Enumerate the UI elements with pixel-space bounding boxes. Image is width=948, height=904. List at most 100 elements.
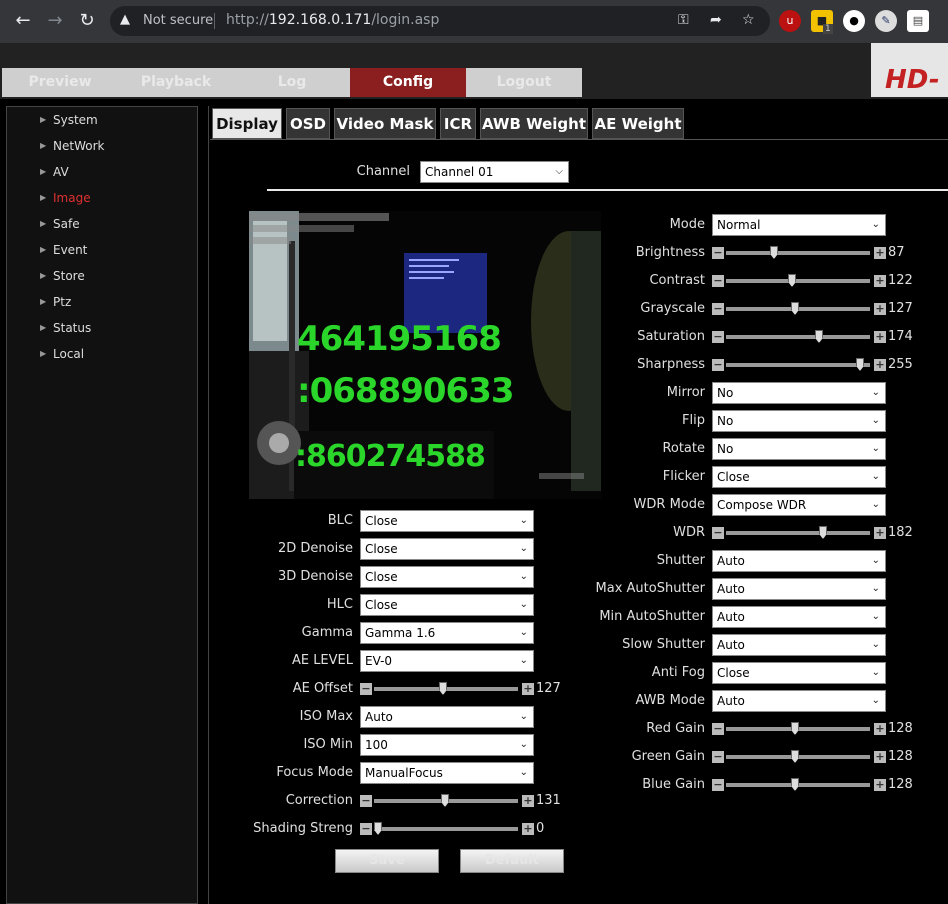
3d-denoise-select[interactable]: Close ⌄: [360, 566, 534, 588]
plus-icon[interactable]: +: [874, 275, 886, 287]
channel-select[interactable]: Channel 01 ⌵: [420, 161, 569, 183]
minus-icon[interactable]: −: [712, 303, 724, 315]
minus-icon[interactable]: −: [712, 359, 724, 371]
tab-video-mask[interactable]: Video Mask: [334, 108, 436, 139]
anti-fog-select[interactable]: Close ⌄: [712, 662, 886, 684]
correction-slider[interactable]: − +: [360, 793, 534, 809]
ublock-icon[interactable]: u: [779, 10, 801, 32]
ae-offset-slider[interactable]: − +: [360, 681, 534, 697]
sharpness-slider[interactable]: − +: [712, 357, 886, 373]
flicker-select[interactable]: Close ⌄: [712, 466, 886, 488]
back-icon[interactable]: ←: [12, 10, 34, 32]
sidebar-item-local[interactable]: ▶ Local: [40, 345, 160, 363]
slider-thumb[interactable]: [439, 682, 447, 695]
default-button[interactable]: Default: [460, 849, 564, 873]
sidebar-item-image[interactable]: ▶ Image: [40, 189, 160, 207]
forward-icon[interactable]: →: [44, 10, 66, 32]
slider-track[interactable]: [726, 279, 870, 283]
slider-thumb[interactable]: [791, 778, 799, 791]
rotate-select[interactable]: No ⌄: [712, 438, 886, 460]
flip-select[interactable]: No ⌄: [712, 410, 886, 432]
minus-icon[interactable]: −: [712, 331, 724, 343]
awb-mode-select[interactable]: Auto ⌄: [712, 690, 886, 712]
contrast-slider[interactable]: − +: [712, 273, 886, 289]
minus-icon[interactable]: −: [360, 683, 372, 695]
slider-thumb[interactable]: [815, 330, 823, 343]
slider-thumb[interactable]: [819, 526, 827, 539]
mode-select[interactable]: Normal ⌄: [712, 214, 886, 236]
grayscale-slider[interactable]: − +: [712, 301, 886, 317]
max-autoshutter-select[interactable]: Auto ⌄: [712, 578, 886, 600]
wdr-mode-select[interactable]: Compose WDR ⌄: [712, 494, 886, 516]
tab-ae-weight[interactable]: AE Weight: [592, 108, 684, 139]
hlc-select[interactable]: Close ⌄: [360, 594, 534, 616]
slider-track[interactable]: [726, 335, 870, 339]
reload-icon[interactable]: ↻: [76, 10, 98, 32]
slider-thumb[interactable]: [441, 794, 449, 807]
brightness-slider[interactable]: − +: [712, 245, 886, 261]
sidebar-item-safe[interactable]: ▶ Safe: [40, 215, 160, 233]
slider-track[interactable]: [726, 363, 870, 367]
2d-denoise-select[interactable]: Close ⌄: [360, 538, 534, 560]
tab-display[interactable]: Display: [212, 108, 282, 139]
sidebar-item-network[interactable]: ▶ NetWork: [40, 137, 160, 155]
nav-tab-playback[interactable]: Playback: [118, 68, 234, 97]
red-gain-slider[interactable]: − +: [712, 721, 886, 737]
plus-icon[interactable]: +: [522, 823, 534, 835]
nav-tab-logout[interactable]: Logout: [466, 68, 582, 97]
extension-icon[interactable]: ●: [843, 10, 865, 32]
tab-icr[interactable]: ICR: [440, 108, 476, 139]
url-text[interactable]: http://192.168.0.171/login.asp: [226, 12, 439, 28]
slider-track[interactable]: [726, 251, 870, 255]
sidebar-item-system[interactable]: ▶ System: [40, 111, 160, 129]
nav-tab-config[interactable]: Config: [350, 68, 466, 97]
iso-max-select[interactable]: Auto ⌄: [360, 706, 534, 728]
minus-icon[interactable]: −: [712, 723, 724, 735]
tab-osd[interactable]: OSD: [286, 108, 330, 139]
tab-awb-weight[interactable]: AWB Weight: [480, 108, 588, 139]
minus-icon[interactable]: −: [712, 275, 724, 287]
slider-thumb[interactable]: [770, 246, 778, 259]
slider-track[interactable]: [374, 827, 518, 831]
nav-tab-log[interactable]: Log: [234, 68, 350, 97]
plus-icon[interactable]: +: [874, 779, 886, 791]
wdr-slider[interactable]: − +: [712, 525, 886, 541]
document-icon[interactable]: ▤: [907, 10, 929, 32]
address-bar[interactable]: ▲ Not secure http://192.168.0.171/login.…: [110, 6, 770, 36]
gamma-select[interactable]: Gamma 1.6 ⌄: [360, 622, 534, 644]
min-autoshutter-select[interactable]: Auto ⌄: [712, 606, 886, 628]
minus-icon[interactable]: −: [360, 823, 372, 835]
sidebar-item-av[interactable]: ▶ AV: [40, 163, 160, 181]
plus-icon[interactable]: +: [874, 359, 886, 371]
shutter-select[interactable]: Auto ⌄: [712, 550, 886, 572]
nav-tab-preview[interactable]: Preview: [2, 68, 118, 97]
plus-icon[interactable]: +: [874, 723, 886, 735]
plus-icon[interactable]: +: [874, 303, 886, 315]
slider-thumb[interactable]: [791, 302, 799, 315]
plus-icon[interactable]: +: [874, 751, 886, 763]
slider-thumb[interactable]: [374, 822, 382, 835]
minus-icon[interactable]: −: [712, 247, 724, 259]
green-gain-slider[interactable]: − +: [712, 749, 886, 765]
save-button[interactable]: Save: [335, 849, 439, 873]
sidebar-item-status[interactable]: ▶ Status: [40, 319, 160, 337]
sidebar-item-event[interactable]: ▶ Event: [40, 241, 160, 259]
slider-thumb[interactable]: [791, 750, 799, 763]
share-icon[interactable]: ➦: [710, 12, 722, 28]
sidebar-item-ptz[interactable]: ▶ Ptz: [40, 293, 160, 311]
saturation-slider[interactable]: − +: [712, 329, 886, 345]
ae-level-select[interactable]: EV-0 ⌄: [360, 650, 534, 672]
minus-icon[interactable]: −: [360, 795, 372, 807]
slider-thumb[interactable]: [791, 722, 799, 735]
bookmark-star-icon[interactable]: ☆: [742, 12, 755, 28]
slider-thumb[interactable]: [856, 358, 864, 371]
plus-icon[interactable]: +: [522, 795, 534, 807]
mirror-select[interactable]: No ⌄: [712, 382, 886, 404]
minus-icon[interactable]: −: [712, 751, 724, 763]
shading-streng-slider[interactable]: − +: [360, 821, 534, 837]
plus-icon[interactable]: +: [874, 331, 886, 343]
blc-select[interactable]: Close ⌄: [360, 510, 534, 532]
sidebar-item-store[interactable]: ▶ Store: [40, 267, 160, 285]
blue-gain-slider[interactable]: − +: [712, 777, 886, 793]
extension-icon[interactable]: ✎: [875, 10, 897, 32]
